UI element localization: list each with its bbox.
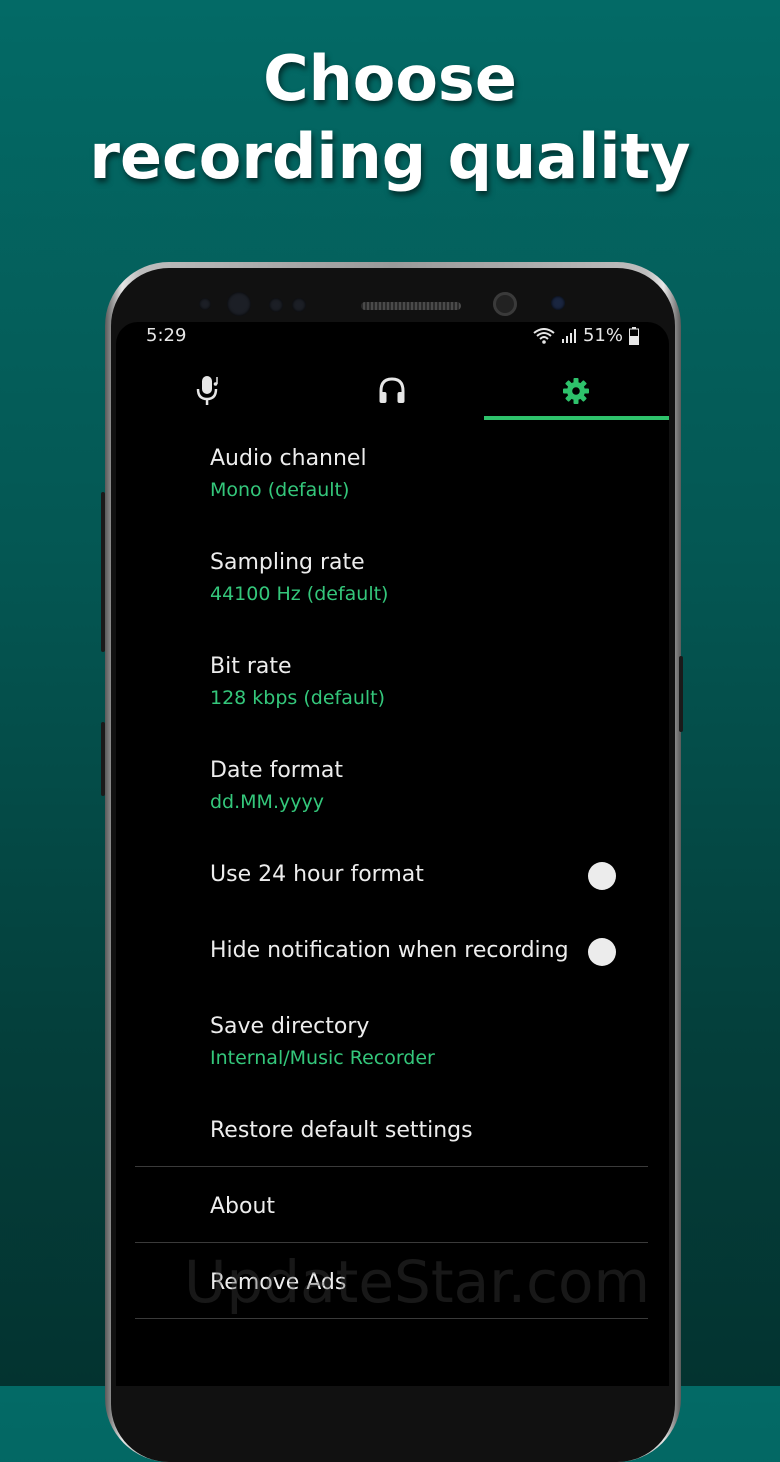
setting-title: Save directory (210, 1014, 370, 1039)
setting-bit-rate[interactable]: Bit rate 128 kbps (default) (210, 654, 640, 709)
signal-icon (561, 328, 576, 343)
bixby-button (101, 722, 105, 796)
setting-title: Restore default settings (210, 1118, 473, 1143)
front-camera-icon (493, 292, 517, 316)
microphone-icon (196, 376, 218, 405)
power-button (679, 656, 683, 732)
setting-audio-channel[interactable]: Audio channel Mono (default) (210, 446, 640, 501)
tab-bar (116, 362, 669, 420)
setting-value: 44100 Hz (default) (210, 583, 389, 605)
setting-save-directory[interactable]: Save directory Internal/Music Recorder (210, 1014, 640, 1069)
hide-notification-toggle[interactable] (588, 938, 616, 966)
battery-icon (629, 326, 639, 345)
headline: Choose recording quality (0, 40, 780, 196)
setting-title: Hide notification when recording (210, 938, 569, 963)
setting-value: dd.MM.yyyy (210, 791, 324, 813)
headline-line-1: Choose (263, 42, 517, 115)
divider (135, 1166, 648, 1167)
status-indicators: 51% (533, 325, 639, 346)
sensor-icon (269, 298, 283, 312)
wifi-icon (533, 327, 555, 344)
app-screen: 5:29 51% Audio channel Mono (default) Sa… (116, 322, 669, 1386)
remove-ads-button[interactable]: Remove Ads (210, 1270, 640, 1295)
setting-value: 128 kbps (default) (210, 687, 386, 709)
divider (135, 1318, 648, 1319)
active-tab-indicator (484, 416, 669, 420)
headphones-icon (379, 377, 405, 403)
about-button[interactable]: About (210, 1194, 640, 1219)
battery-percent: 51% (582, 325, 623, 346)
iris-scanner-icon (227, 292, 251, 316)
setting-title: Bit rate (210, 654, 292, 679)
setting-title: About (210, 1194, 276, 1219)
sensor-icon (292, 298, 306, 312)
divider (135, 1242, 648, 1243)
setting-title: Use 24 hour format (210, 862, 424, 887)
setting-title: Sampling rate (210, 550, 365, 575)
setting-title: Remove Ads (210, 1270, 347, 1295)
headline-line-2: recording quality (89, 120, 691, 193)
earpiece-speaker (361, 302, 461, 310)
status-time: 5:29 (146, 325, 187, 346)
camera-sensor-icon (551, 296, 565, 310)
tab-player[interactable] (300, 362, 484, 420)
volume-button (101, 492, 105, 652)
setting-use-24-hour[interactable]: Use 24 hour format (210, 862, 640, 887)
setting-sampling-rate[interactable]: Sampling rate 44100 Hz (default) (210, 550, 640, 605)
tab-settings[interactable] (484, 362, 668, 420)
setting-title: Date format (210, 758, 343, 783)
tab-recorder[interactable] (116, 362, 300, 420)
sensor-icon (199, 298, 211, 310)
setting-value: Internal/Music Recorder (210, 1047, 435, 1069)
setting-date-format[interactable]: Date format dd.MM.yyyy (210, 758, 640, 813)
restore-defaults-button[interactable]: Restore default settings (210, 1118, 640, 1143)
use-24-hour-toggle[interactable] (588, 862, 616, 890)
status-bar: 5:29 51% (116, 322, 669, 352)
setting-title: Audio channel (210, 446, 367, 471)
gear-icon (563, 378, 589, 404)
setting-hide-notification[interactable]: Hide notification when recording (210, 938, 640, 963)
setting-value: Mono (default) (210, 479, 350, 501)
